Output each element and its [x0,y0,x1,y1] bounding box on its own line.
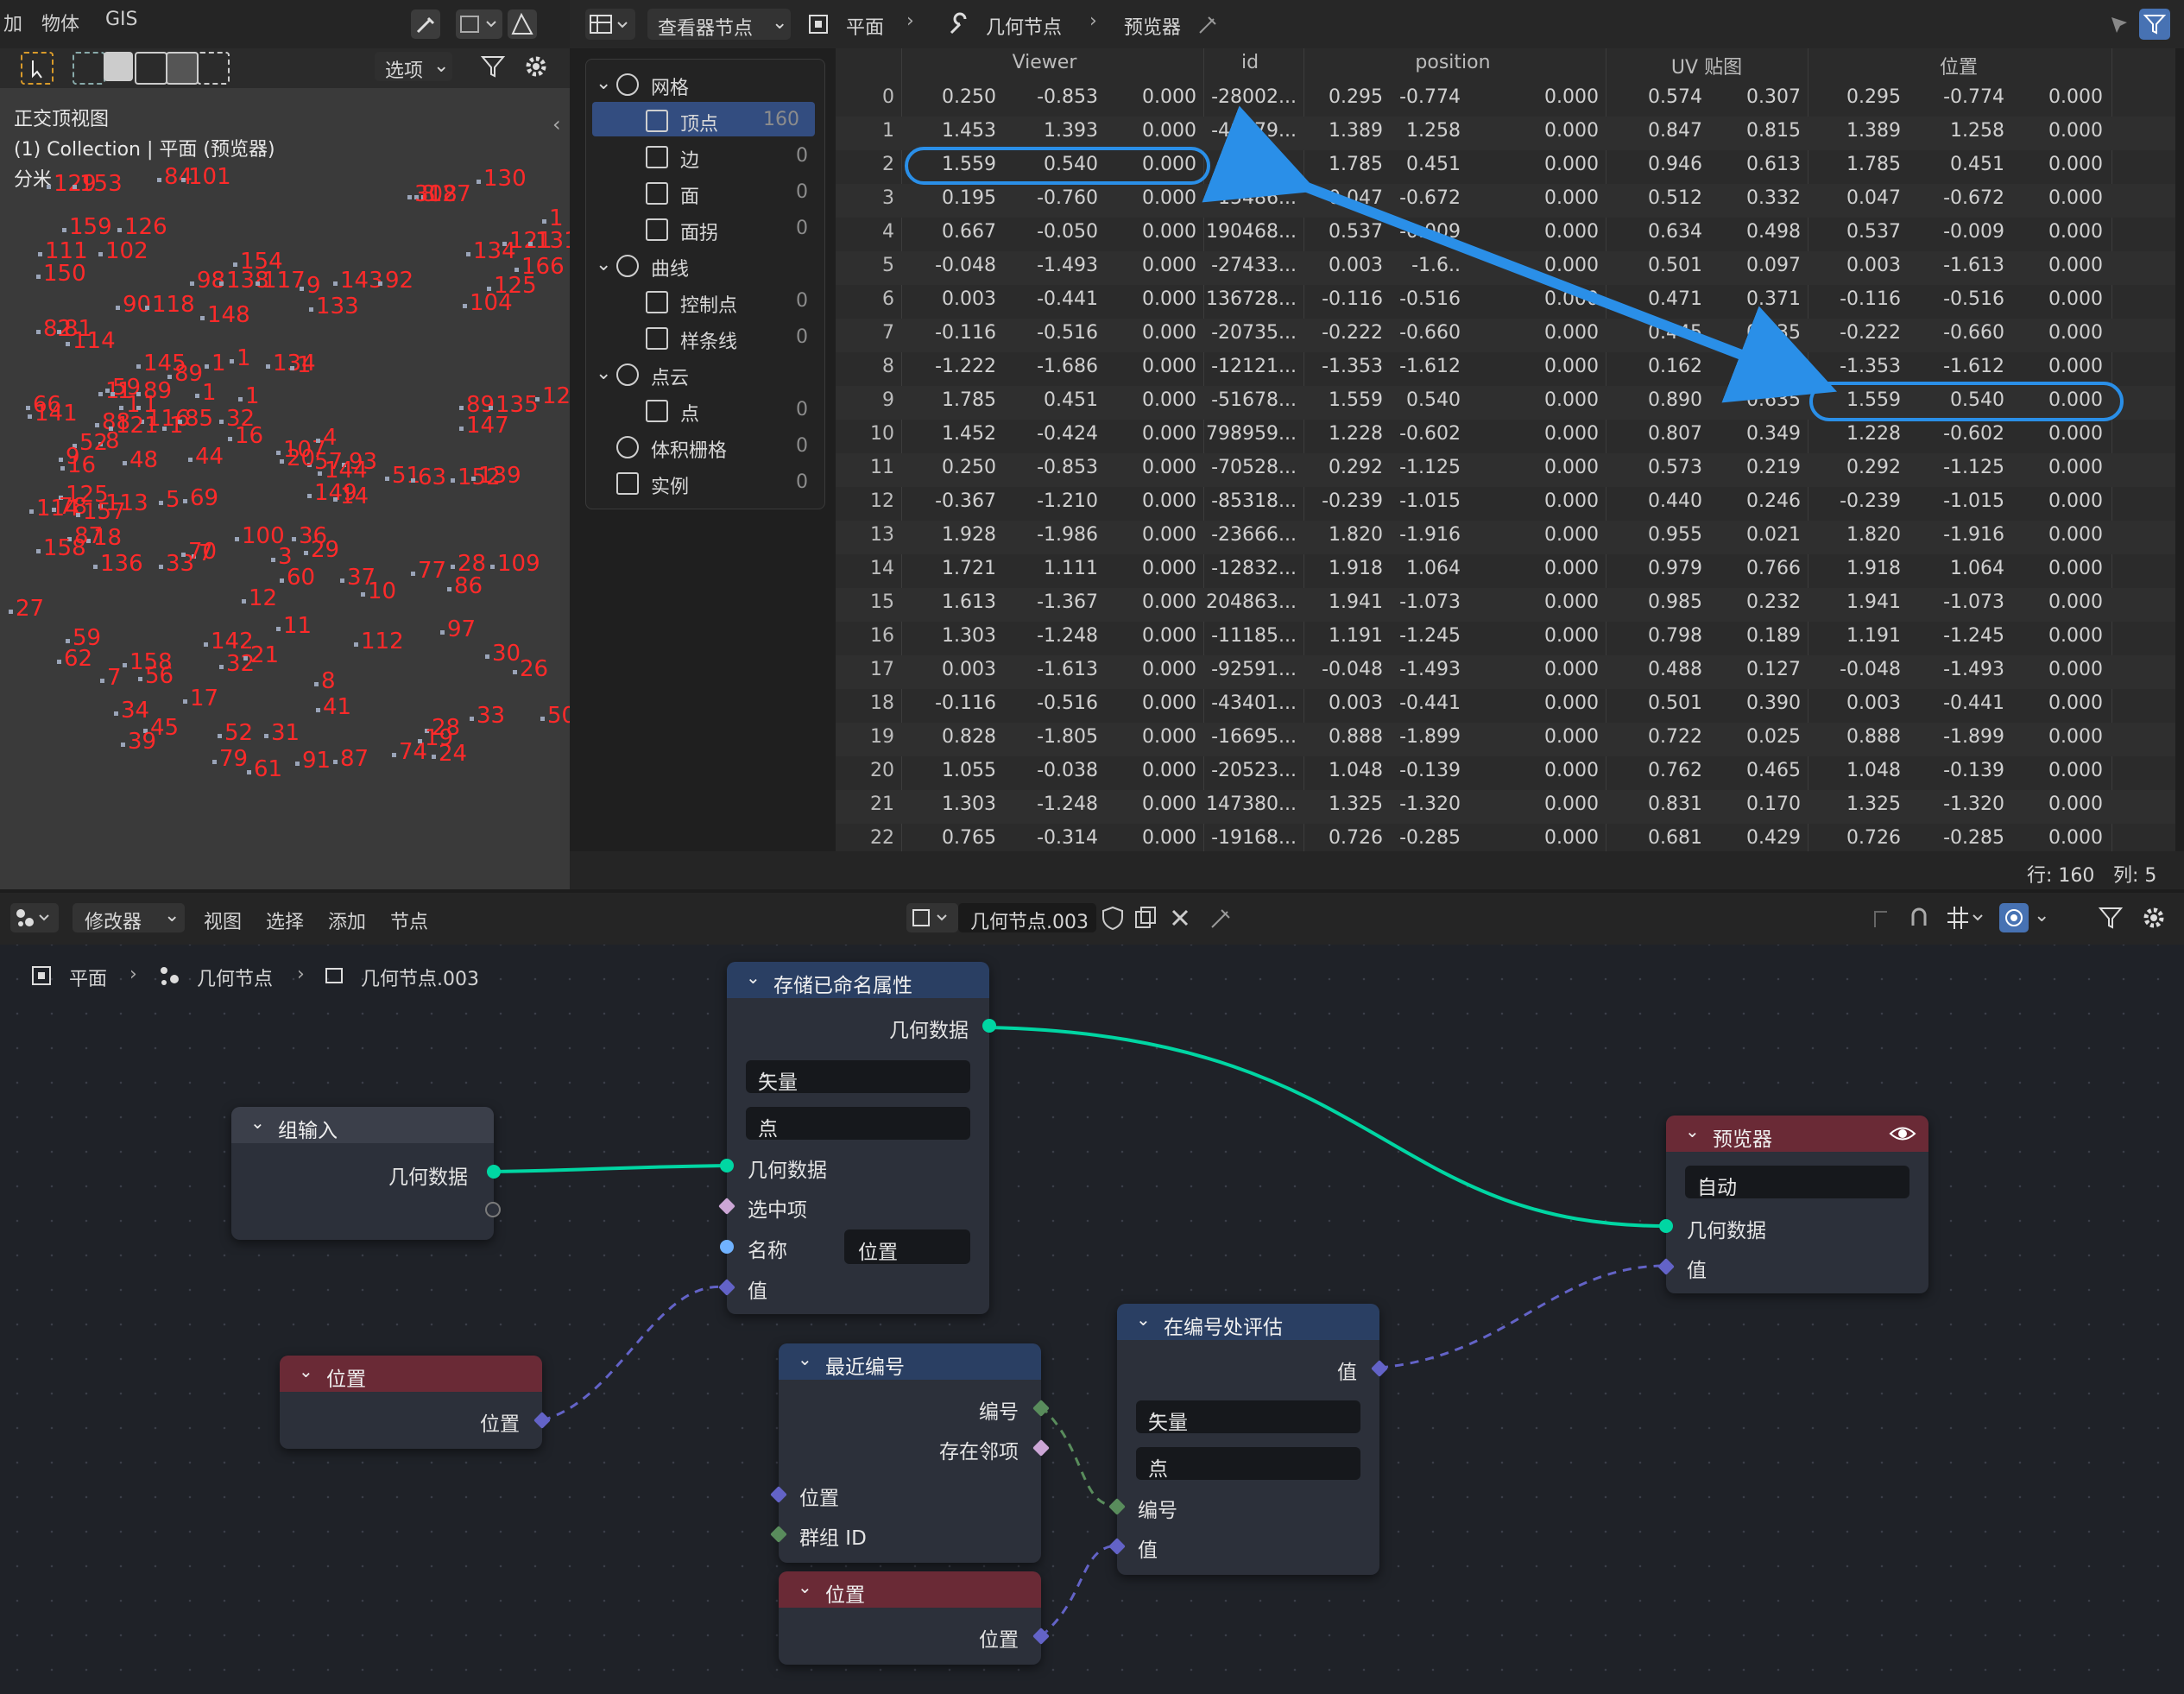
node-header[interactable]: ⌄ 最近编号 [779,1343,1041,1380]
socket-label-name: 名称 [748,1240,787,1262]
node-header[interactable]: ⌄ 预览器 [1666,1116,1928,1152]
socket-label-geometry-in: 几何数据 [748,1160,827,1182]
output-socket-geometry[interactable] [982,1019,996,1033]
socket-label-value: 值 [748,1280,767,1303]
position-node[interactable]: ⌄ 位置 位置 [280,1356,551,1449]
link-store-to-viewer [988,1026,1667,1228]
index-of-nearest-node[interactable]: ⌄ 最近编号 编号 存在邻项 位置 群组 ID [770,1343,1050,1563]
chevron-down-icon: ⌄ [758,1064,772,1082]
domain-dropdown[interactable]: 点 ⌄ [1136,1447,1360,1481]
socket-label-position: 位置 [799,1488,839,1510]
socket-label-index: 编号 [979,1401,1019,1424]
socket-label-value: 值 [1138,1539,1158,1562]
chevron-down-icon: ⌄ [1697,1169,1711,1187]
node-header[interactable]: ⌄ 位置 [779,1571,1041,1608]
chevron-down-icon: ⌄ [1148,1404,1162,1422]
attribute-name-field[interactable]: 位置 [844,1229,970,1264]
chevron-down-icon[interactable]: ⌄ [798,1349,812,1369]
socket-label-has-neighbor: 存在邻项 [939,1441,1019,1463]
link-eval-to-viewer-value [1379,1264,1667,1369]
link-position-to-store-value [541,1286,728,1422]
socket-label-group-id: 群组 ID [799,1527,867,1550]
node-header[interactable]: ⌄ 在编号处评估 [1117,1304,1379,1340]
node-header[interactable]: ⌄ 存储已命名属性 [727,962,989,998]
eye-icon[interactable] [1889,1124,1916,1143]
input-socket-geometry[interactable] [720,1159,734,1173]
evaluate-at-index-node[interactable]: ⌄ 在编号处评估 值 矢量 ⌄ 点 ⌄ 编号 值 [1108,1304,1388,1575]
node-header[interactable]: ⌄ 组输入 [231,1107,494,1143]
socket-label-selection: 选中项 [748,1199,807,1222]
domain-dropdown[interactable]: 点 ⌄ [746,1107,970,1141]
link-groupinput-to-store [493,1164,728,1173]
socket-label-value: 值 [1687,1260,1707,1282]
link-position2-to-eval-value [1040,1544,1118,1638]
group-input-node[interactable]: ⌄ 组输入 几何数据 [231,1107,501,1240]
input-socket-name[interactable] [720,1240,734,1254]
link-nearest-to-eval-index [1039,1405,1118,1508]
socket-label-geometry-out: 几何数据 [889,1020,969,1042]
socket-label-geometry: 几何数据 [388,1166,468,1189]
chevron-down-icon[interactable]: ⌄ [250,1112,265,1133]
position-node-2[interactable]: ⌄ 位置 位置 [779,1571,1050,1665]
viewer-mode-dropdown[interactable]: 自动 ⌄ [1685,1166,1909,1199]
chevron-down-icon[interactable]: ⌄ [746,967,761,988]
data-type-dropdown[interactable]: 矢量 ⌄ [1136,1400,1360,1434]
chevron-down-icon: ⌄ [758,1110,772,1128]
chevron-down-icon: ⌄ [1148,1451,1162,1469]
data-type-dropdown[interactable]: 矢量 ⌄ [746,1060,970,1094]
socket-label-value-out: 值 [1337,1362,1357,1384]
socket-label-geometry: 几何数据 [1687,1220,1766,1242]
socket-label-position: 位置 [480,1413,520,1436]
output-socket-empty[interactable] [485,1202,501,1217]
viewer-node[interactable]: ⌄ 预览器 自动 ⌄ 几何数据 值 [1657,1116,1928,1293]
node-header[interactable]: ⌄ 位置 [280,1356,542,1392]
socket-label-position: 位置 [979,1629,1019,1652]
output-socket-geometry[interactable] [487,1165,501,1179]
store-named-attribute-node[interactable]: ⌄ 存储已命名属性 几何数据 矢量 ⌄ 点 ⌄ 几何数据 选中项 名称 位置 值 [718,962,996,1314]
chevron-down-icon[interactable]: ⌄ [1136,1309,1151,1330]
chevron-down-icon[interactable]: ⌄ [299,1361,313,1381]
chevron-down-icon[interactable]: ⌄ [798,1577,812,1597]
input-socket-geometry[interactable] [1659,1219,1673,1233]
socket-label-index: 编号 [1138,1500,1177,1522]
chevron-down-icon[interactable]: ⌄ [1685,1121,1700,1141]
